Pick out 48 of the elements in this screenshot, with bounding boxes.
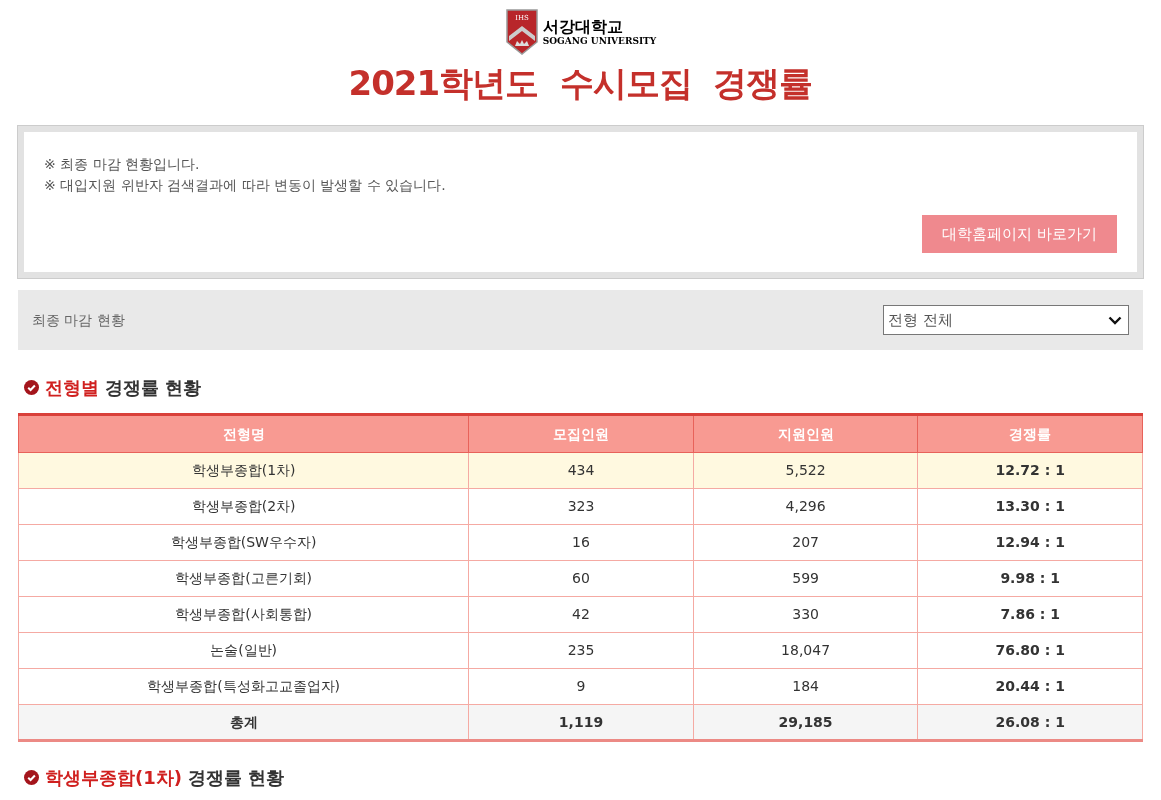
section-heading-highlight: 전형별 (45, 376, 99, 400)
table-cell: 4,296 (693, 488, 918, 525)
notice-text: ※ 대입지원 위반자 검색결과에 따라 변동이 발생할 수 있습니다. (44, 176, 447, 195)
table-cell: 총계 (18, 704, 469, 741)
section-heading-highlight: 학생부종합(1차) (45, 766, 182, 790)
table-cell: 학생부종합(사회통합) (18, 596, 469, 633)
logo-korean-name: 서강대학교 (542, 18, 624, 35)
table-cell: 학생부종합(고른기회) (18, 560, 469, 597)
table-cell: 235 (468, 632, 694, 669)
table-cell: 60 (468, 560, 694, 597)
logo-english-name: SOGANG UNIVERSITY (542, 36, 657, 46)
column-header: 지원인원 (693, 414, 918, 453)
check-circle-icon (24, 380, 39, 395)
column-header: 모집인원 (468, 414, 694, 453)
table-cell: 42 (468, 596, 694, 633)
type-select[interactable]: 전형 전체 (883, 305, 1129, 335)
table-cell: 9 (468, 668, 694, 705)
table-cell: 학생부종합(1차) (18, 452, 469, 489)
table-cell: 5,522 (693, 452, 918, 489)
table-cell: 학생부종합(SW우수자) (18, 524, 469, 561)
shield-logo-drawing (506, 9, 538, 55)
column-header: 경쟁률 (917, 414, 1143, 453)
table-cell: 207 (693, 524, 918, 561)
column-header: 전형명 (18, 414, 469, 453)
table-cell: 599 (693, 560, 918, 597)
table-cell: 76.80 : 1 (917, 632, 1143, 669)
check-circle-icon (24, 770, 39, 785)
notice-text: ※ 최종 마감 현황입니다. (44, 155, 201, 174)
chevron-down-icon (1108, 315, 1122, 325)
table-cell: 논술(일반) (18, 632, 469, 669)
section-heading: 경쟁률 현황 (105, 376, 202, 400)
table-cell: 13.30 : 1 (917, 488, 1143, 525)
table-cell: 16 (468, 524, 694, 561)
table-cell: 184 (693, 668, 918, 705)
table-cell: 434 (468, 452, 694, 489)
table-cell: 20.44 : 1 (917, 668, 1143, 705)
table-cell: 9.98 : 1 (917, 560, 1143, 597)
section-heading: 경쟁률 현황 (188, 766, 285, 790)
table-cell: 12.94 : 1 (917, 524, 1143, 561)
table-cell: 12.72 : 1 (917, 452, 1143, 489)
page-title: 2021학년도 수시모집 경쟁률 (347, 66, 814, 100)
filter-label: 최종 마감 현황 (32, 310, 125, 330)
table-cell: 학생부종합(특성화고교졸업자) (18, 668, 469, 705)
table-cell: 323 (468, 488, 694, 525)
table-cell: 18,047 (693, 632, 918, 669)
table-cell: 7.86 : 1 (917, 596, 1143, 633)
table-cell: 330 (693, 596, 918, 633)
table-cell: 학생부종합(2차) (18, 488, 469, 525)
